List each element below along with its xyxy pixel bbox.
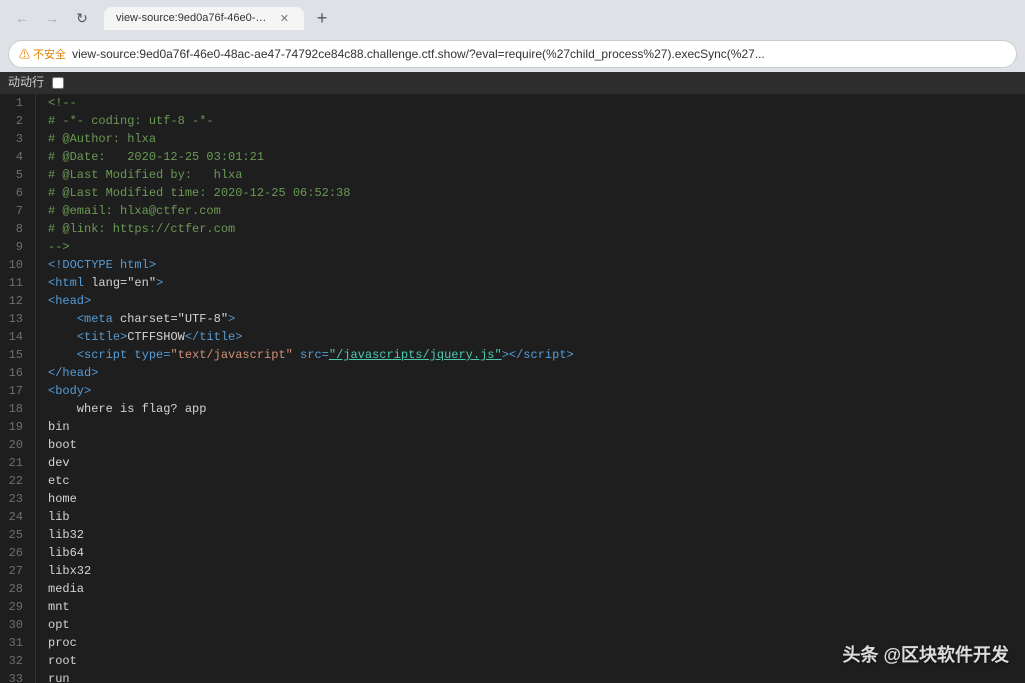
code-line: where is flag? app xyxy=(48,400,1013,418)
code-line: etc xyxy=(48,472,1013,490)
line-number: 30 xyxy=(8,616,27,634)
tab-bar: ← → ↻ view-source:9ed0a76f-46e0-48ac-ae4… xyxy=(0,0,1025,36)
line-number: 4 xyxy=(8,148,27,166)
line-number: 12 xyxy=(8,292,27,310)
line-number: 26 xyxy=(8,544,27,562)
line-number: 3 xyxy=(8,130,27,148)
tab-label: view-source:9ed0a76f-46e0-48ac-ae47-7479… xyxy=(116,12,271,24)
line-number: 16 xyxy=(8,364,27,382)
code-line: <script type="text/javascript" src="/jav… xyxy=(48,346,1013,364)
line-number: 18 xyxy=(8,400,27,418)
code-line: --> xyxy=(48,238,1013,256)
line-number: 1 xyxy=(8,94,27,112)
line-number: 14 xyxy=(8,328,27,346)
code-line: <meta charset="UTF-8"> xyxy=(48,310,1013,328)
line-number: 7 xyxy=(8,202,27,220)
code-line: <title>CTFFSHOW</title> xyxy=(48,328,1013,346)
line-number: 23 xyxy=(8,490,27,508)
line-number: 2 xyxy=(8,112,27,130)
code-container: 1234567891011121314151617181920212223242… xyxy=(0,94,1025,683)
code-line: # @Author: hlxa xyxy=(48,130,1013,148)
code-line: # @Last Modified by: hlxa xyxy=(48,166,1013,184)
line-number: 29 xyxy=(8,598,27,616)
line-numbers: 1234567891011121314151617181920212223242… xyxy=(0,94,36,683)
line-number: 20 xyxy=(8,436,27,454)
code-line: <!-- xyxy=(48,94,1013,112)
line-number: 19 xyxy=(8,418,27,436)
toolbar-checkbox[interactable] xyxy=(52,77,64,89)
toolbar-strip: 动动行 xyxy=(0,72,1025,94)
line-number: 32 xyxy=(8,652,27,670)
code-line: <html lang="en"> xyxy=(48,274,1013,292)
line-number: 24 xyxy=(8,508,27,526)
source-view: 动动行 123456789101112131415161718192021222… xyxy=(0,72,1025,683)
line-number: 31 xyxy=(8,634,27,652)
browser-chrome: ← → ↻ view-source:9ed0a76f-46e0-48ac-ae4… xyxy=(0,0,1025,72)
line-number: 33 xyxy=(8,670,27,683)
code-line: lib xyxy=(48,508,1013,526)
security-warning-icon: ⚠ 不安全 xyxy=(19,46,66,62)
toolbar-label: 动动行 xyxy=(8,74,44,92)
forward-button[interactable]: → xyxy=(38,4,66,32)
code-line: opt xyxy=(48,616,1013,634)
code-line: boot xyxy=(48,436,1013,454)
code-line: root xyxy=(48,652,1013,670)
code-line: <body> xyxy=(48,382,1013,400)
address-bar[interactable]: ⚠ 不安全 view-source:9ed0a76f-46e0-48ac-ae4… xyxy=(8,40,1017,68)
line-number: 10 xyxy=(8,256,27,274)
code-line: lib64 xyxy=(48,544,1013,562)
code-line: # @Last Modified time: 2020-12-25 06:52:… xyxy=(48,184,1013,202)
reload-button[interactable]: ↻ xyxy=(68,4,96,32)
line-number: 21 xyxy=(8,454,27,472)
code-content: <!--# -*- coding: utf-8 -*-# @Author: hl… xyxy=(36,94,1025,683)
address-bar-row: ⚠ 不安全 view-source:9ed0a76f-46e0-48ac-ae4… xyxy=(0,36,1025,72)
code-line: home xyxy=(48,490,1013,508)
line-number: 27 xyxy=(8,562,27,580)
line-number: 28 xyxy=(8,580,27,598)
code-line: # @link: https://ctfer.com xyxy=(48,220,1013,238)
line-number: 8 xyxy=(8,220,27,238)
line-number: 15 xyxy=(8,346,27,364)
line-number: 6 xyxy=(8,184,27,202)
code-line: # @email: hlxa@ctfer.com xyxy=(48,202,1013,220)
code-line: <head> xyxy=(48,292,1013,310)
code-line: dev xyxy=(48,454,1013,472)
code-line: # @Date: 2020-12-25 03:01:21 xyxy=(48,148,1013,166)
back-button[interactable]: ← xyxy=(8,4,36,32)
code-line: bin xyxy=(48,418,1013,436)
new-tab-button[interactable]: + xyxy=(308,4,336,32)
tab-close-icon[interactable]: ✕ xyxy=(277,11,292,26)
address-text: view-source:9ed0a76f-46e0-48ac-ae47-7479… xyxy=(72,47,765,61)
line-number: 22 xyxy=(8,472,27,490)
line-number: 5 xyxy=(8,166,27,184)
line-number: 11 xyxy=(8,274,27,292)
line-number: 25 xyxy=(8,526,27,544)
active-tab[interactable]: view-source:9ed0a76f-46e0-48ac-ae47-7479… xyxy=(104,7,304,30)
line-number: 13 xyxy=(8,310,27,328)
code-line: run xyxy=(48,670,1013,683)
code-line: mnt xyxy=(48,598,1013,616)
code-line: libx32 xyxy=(48,562,1013,580)
code-line: <!DOCTYPE html> xyxy=(48,256,1013,274)
code-line: media xyxy=(48,580,1013,598)
code-line: </head> xyxy=(48,364,1013,382)
nav-buttons: ← → ↻ xyxy=(8,4,96,32)
code-line: # -*- coding: utf-8 -*- xyxy=(48,112,1013,130)
line-number: 17 xyxy=(8,382,27,400)
code-line: proc xyxy=(48,634,1013,652)
line-number: 9 xyxy=(8,238,27,256)
code-line: lib32 xyxy=(48,526,1013,544)
